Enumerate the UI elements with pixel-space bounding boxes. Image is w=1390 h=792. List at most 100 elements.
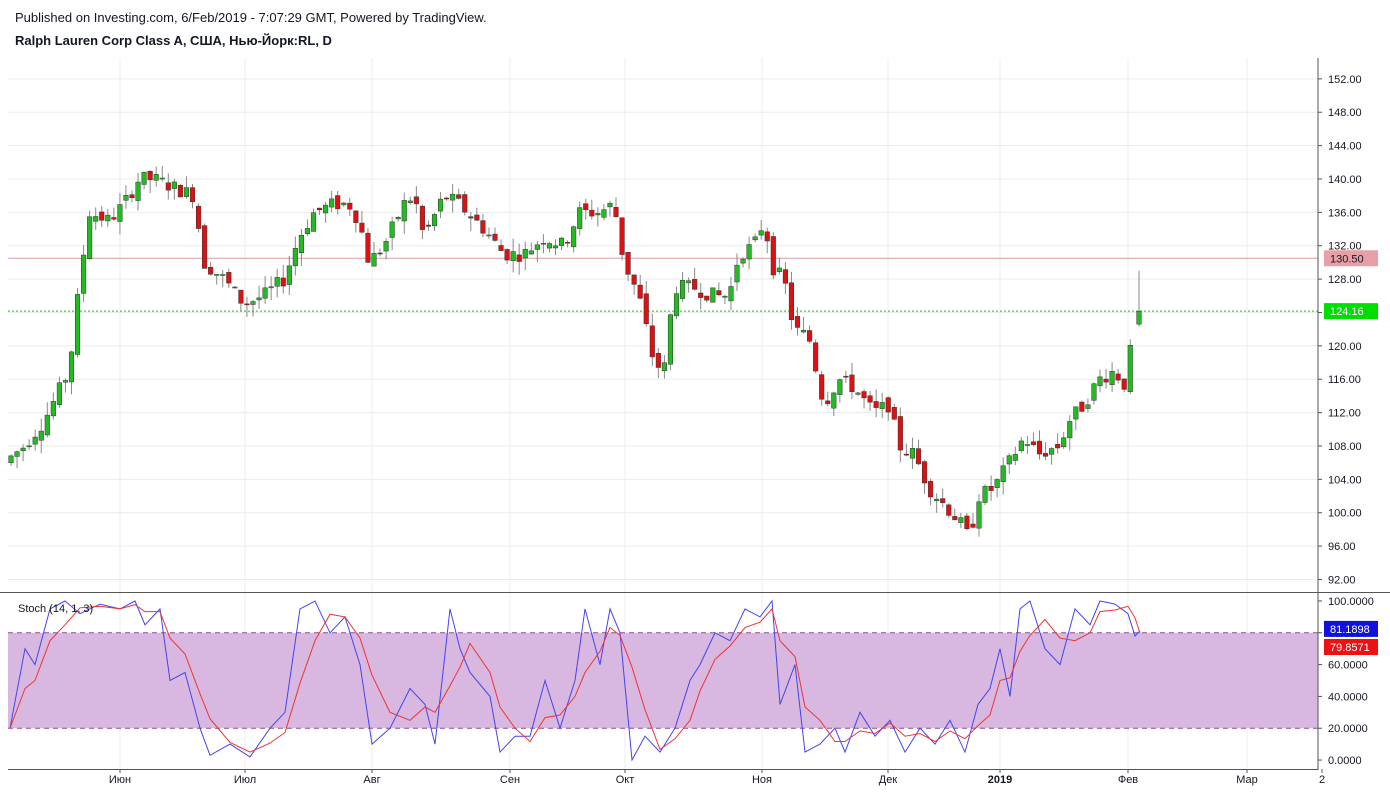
candle-body [250,301,256,305]
candle-body [1109,371,1115,385]
candle-body [208,266,214,275]
candle-body [722,295,728,298]
stochastic-pane: Stoch (14, 1, 3) [8,599,1318,762]
candle-body [504,249,510,261]
candle-body [1012,454,1018,461]
candle-body [1036,440,1043,455]
x-tick-label: Фев [1118,774,1138,786]
candle-body [56,382,62,405]
candle-body [589,209,595,217]
candle-body [1018,440,1024,452]
candle-body [123,195,129,201]
candle-body [1079,401,1085,412]
candle-body [1030,441,1037,445]
y-tick-label: 92.00 [1328,574,1356,586]
candle-body [891,407,897,420]
candle-body [1049,448,1055,455]
candle-body [147,171,153,181]
candle-body [794,316,801,328]
candle-body [280,277,286,287]
candle-body [335,195,341,210]
candle-body [1085,404,1091,409]
candle-body [395,217,401,220]
candle-body [958,517,964,523]
stoch-y-tick-label: 20.0000 [1328,723,1368,735]
candle-body [214,274,220,276]
x-tick-label: Дек [879,774,898,786]
candle-body [347,202,353,210]
candle-body [413,196,419,205]
candle-body [661,362,667,372]
candle-body [813,342,819,372]
candle-body [298,235,304,253]
candle-body [159,177,165,180]
candle-body [994,479,1000,488]
candle-body [758,230,764,236]
candle-body [359,222,365,233]
candle-body [746,244,752,260]
candle-body [171,181,177,189]
candle-body [510,251,516,262]
candle-body [534,244,540,250]
candle-body [1043,453,1049,457]
candle-body [62,380,69,383]
candle-body [571,226,577,248]
y-tick-label: 144.00 [1328,141,1362,153]
candle-body [649,325,655,358]
candle-body [782,269,788,284]
candle-body [353,210,359,223]
candle-body [220,274,226,276]
candle-body [50,401,56,417]
candle-body [1136,310,1142,325]
candle-body [431,214,438,227]
stoch-band [8,632,1318,729]
candle-body [407,200,413,203]
candle-body [940,498,946,504]
candle-body [964,515,970,529]
candle-body [788,282,795,320]
candle-body [1121,378,1127,390]
candle-body [165,182,171,191]
candle-body [183,187,189,197]
candle-body [1103,378,1109,383]
candle-body [728,286,734,302]
x-tick-label: Июл [234,774,256,786]
candle-body [492,233,498,241]
candle-body [704,295,710,301]
x-tick-label: 2019 [988,774,1012,786]
candle-body [1061,437,1067,447]
candle-body [716,290,722,296]
candle-body [577,207,583,229]
candle-body [238,289,244,304]
candle-body [903,453,909,456]
candle-body [105,214,111,222]
candle-body [619,217,625,255]
candle-body [262,287,268,299]
y-tick-label: 140.00 [1328,174,1362,186]
stoch-k-badge: 81.1898 [1330,624,1370,636]
candle-body [401,200,407,222]
candle-body [26,445,32,448]
y-tick-label: 128.00 [1328,274,1362,286]
candle-body [988,485,994,491]
stoch-y-tick-label: 100.0000 [1328,596,1374,608]
candle-body [1127,345,1133,392]
candle-body [559,237,565,246]
candle-body [117,204,123,222]
candle-body [244,303,250,306]
candle-body [528,250,534,255]
candle-body [1000,465,1006,482]
candle-body [468,216,474,219]
candle-body [135,181,141,201]
candle-body [764,231,770,242]
candle-body [565,242,571,244]
chart-canvas[interactable]: Stoch (14, 1, 3) 92.00 96.00 100.00 104.00 1… [0,0,1390,792]
candle-body [734,264,740,283]
candle-body [825,400,831,405]
x-tick-label: Июн [109,774,131,786]
y-tick-label: 148.00 [1328,107,1362,119]
candle-body [38,430,44,441]
candle-body [928,481,934,498]
candle-body [976,501,982,529]
stoch-y-tick-label: 60.0000 [1328,660,1368,672]
